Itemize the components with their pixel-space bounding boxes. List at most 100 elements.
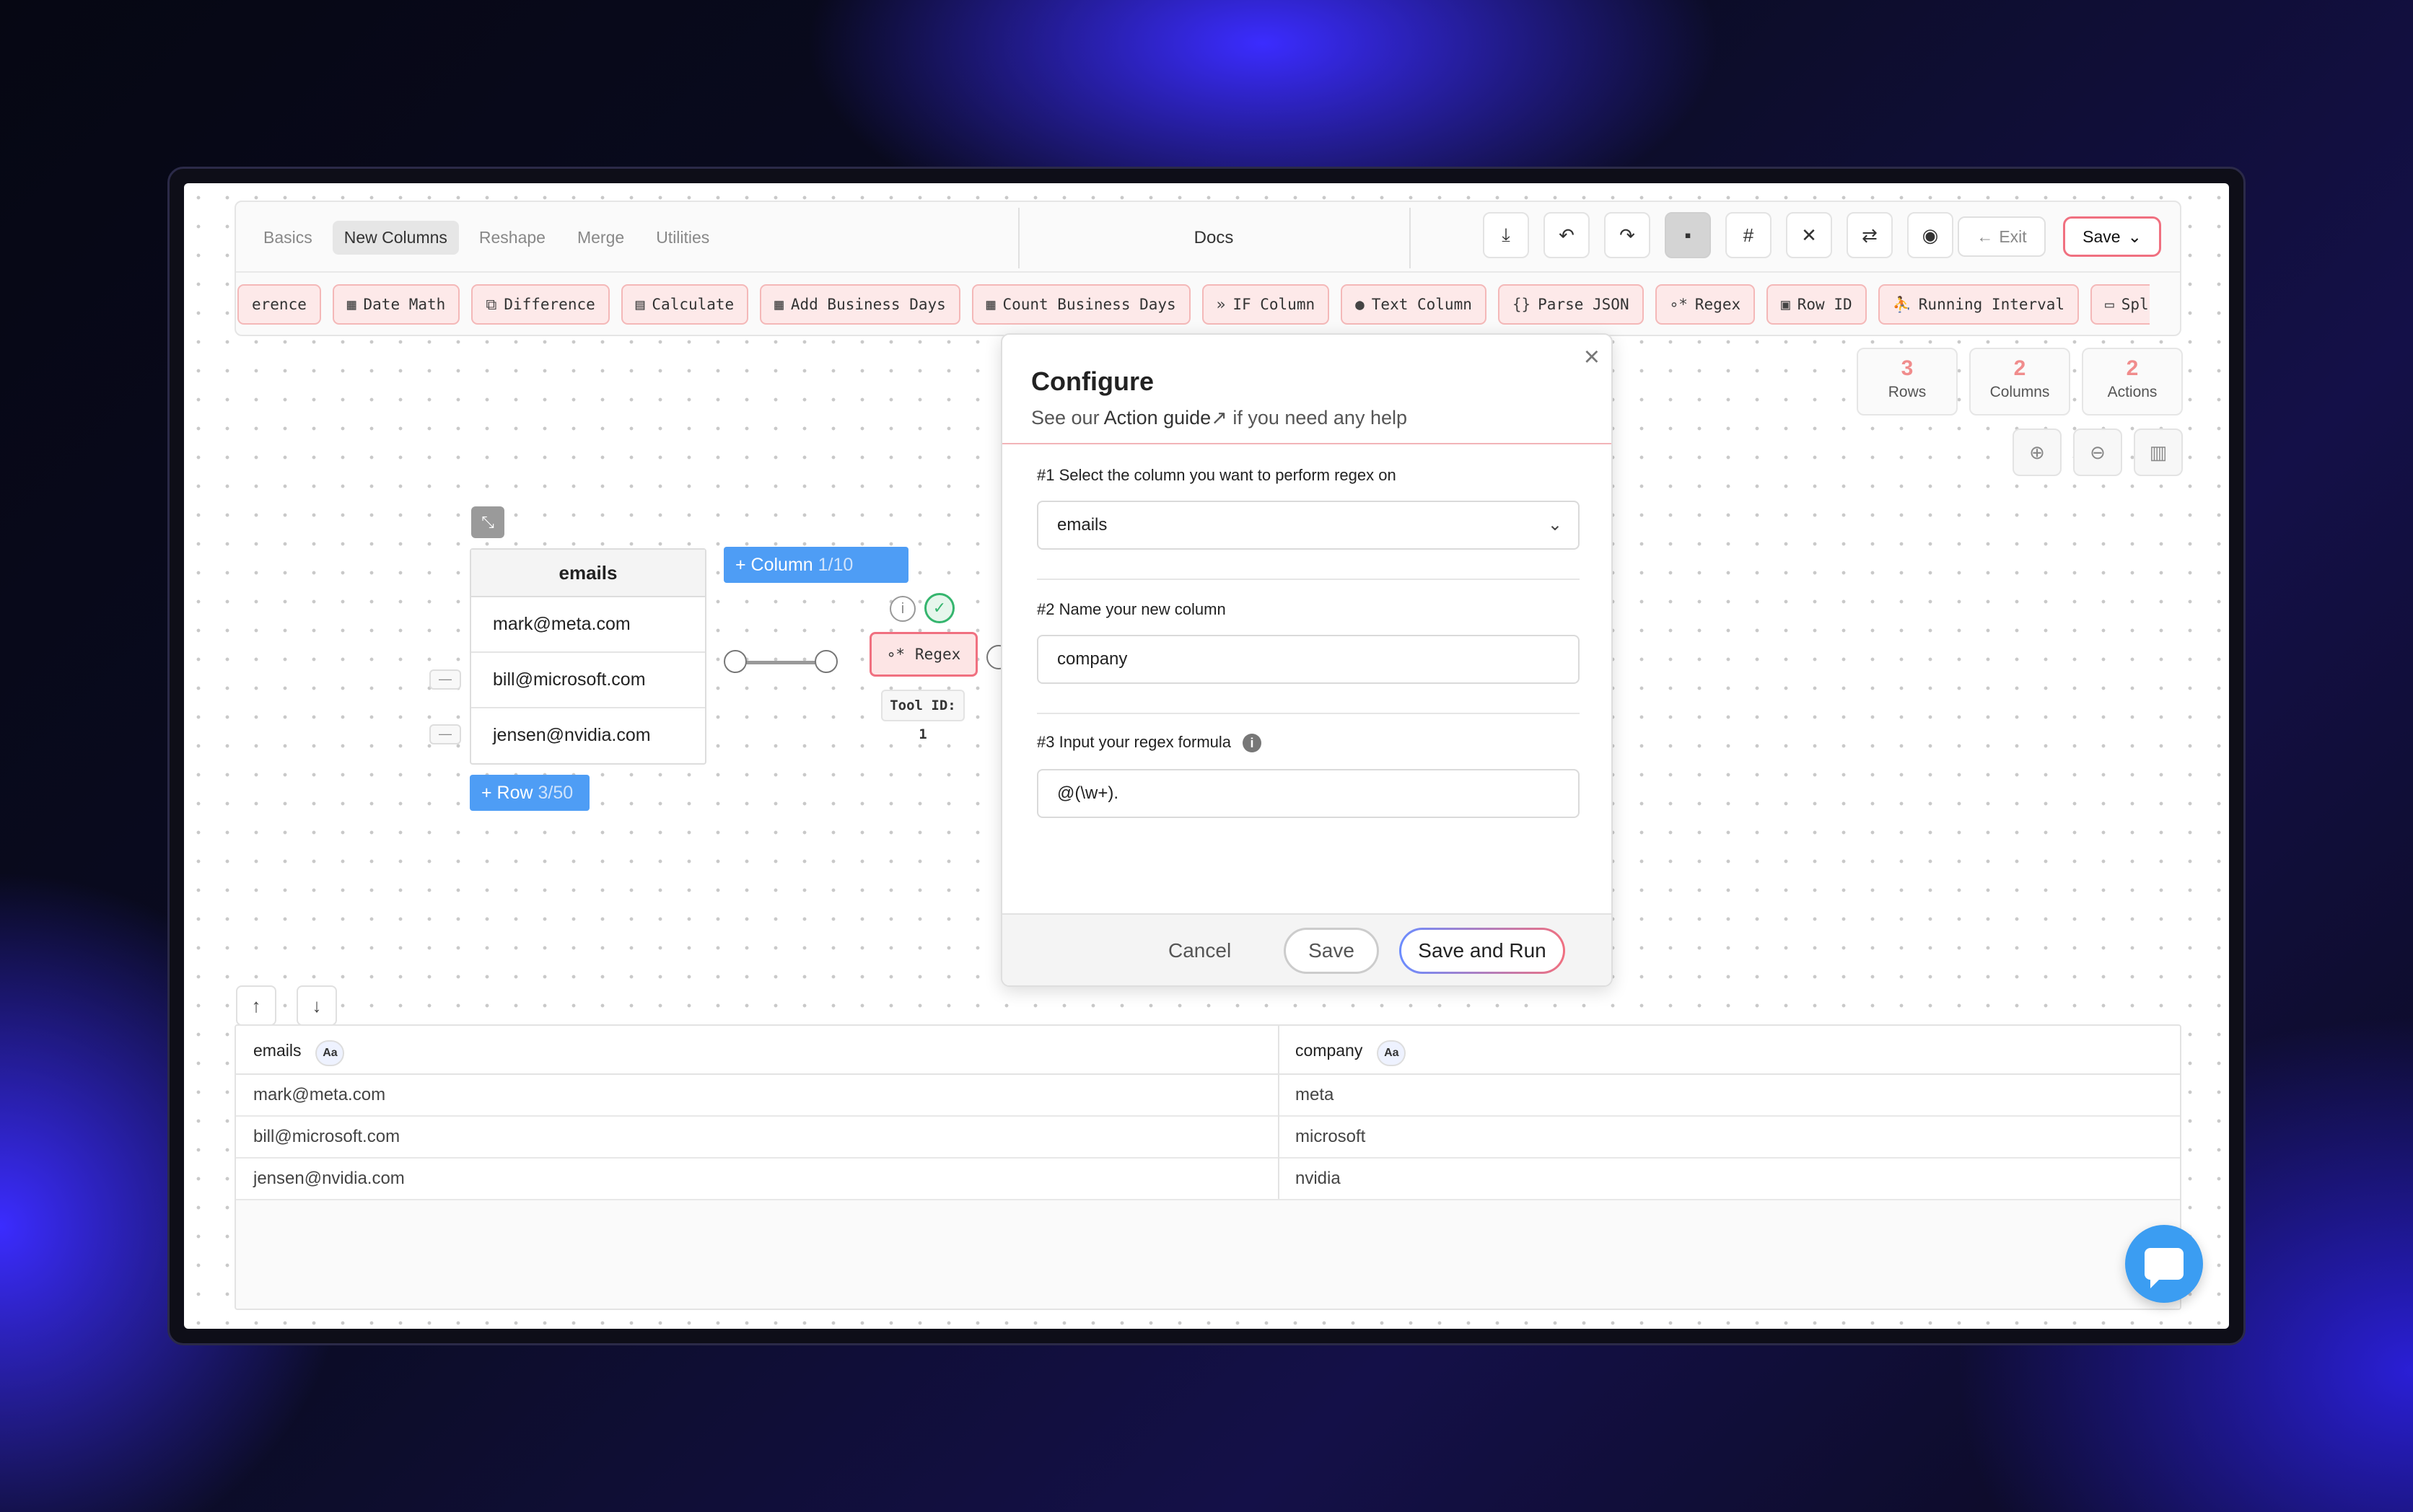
table-row[interactable]: mark@meta.com meta [236, 1075, 2180, 1117]
swap-icon[interactable]: ⇄ [1847, 212, 1893, 258]
action-chip[interactable]: {} Parse JSON [1497, 284, 1644, 325]
chevron-down-icon: ⌄ [2127, 227, 2142, 246]
connector-handle[interactable] [724, 650, 747, 673]
divider [1018, 208, 1020, 268]
record-icon[interactable]: ◉ [1907, 212, 1953, 258]
new-column-name-input[interactable]: company [1037, 635, 1580, 684]
regex-node[interactable]: ∘* Regex [870, 632, 978, 677]
action-chip[interactable]: ▦ Date Math [332, 284, 460, 325]
action-chip-label: Date Math [363, 296, 446, 313]
column-header[interactable]: emails Aa [253, 1040, 345, 1066]
exit-button[interactable]: ← Exit [1958, 216, 2046, 257]
collapse-icon[interactable]: ⤡ [471, 506, 504, 538]
action-chip[interactable]: ▭ Spl [2090, 284, 2150, 325]
split-icon: ▭ [2105, 296, 2114, 313]
redo-icon[interactable]: ↷ [1604, 212, 1650, 258]
workspace-canvas[interactable]: Basics New Columns Reshape Merge Utiliti… [184, 183, 2229, 1329]
chevron-down-icon: ⌄ [1547, 515, 1562, 535]
source-table-row[interactable]: mark@meta.com [471, 597, 705, 653]
table-cell: jensen@nvidia.com [253, 1169, 405, 1188]
calculator-icon: ▤ [635, 296, 645, 313]
action-chip-label: Difference [504, 296, 595, 313]
rows-label: Rows [1888, 384, 1927, 400]
connector-handle[interactable] [815, 650, 838, 673]
step1-label: #1 Select the column you want to perform… [1037, 466, 1396, 484]
info-icon[interactable]: i [1243, 734, 1262, 752]
actions-count: 2 [2126, 356, 2139, 380]
exit-label: Exit [1999, 227, 2027, 246]
action-chip-label: Running Interval [1918, 296, 2065, 313]
source-table-row[interactable]: jensen@nvidia.com [471, 708, 705, 764]
close-icon[interactable]: ✕ [1786, 212, 1832, 258]
action-chip-label: Text Column [1371, 296, 1472, 313]
arrow-down-icon[interactable]: ↓ [297, 985, 337, 1026]
table-row[interactable]: jensen@nvidia.com nvidia [236, 1159, 2180, 1200]
chat-button[interactable] [2125, 1225, 2203, 1303]
tab-merge[interactable]: Merge [566, 221, 636, 255]
subtitle-prefix: See our [1031, 407, 1104, 428]
action-chip-label: Regex [1694, 296, 1741, 313]
arrow-up-icon[interactable]: ↑ [236, 985, 276, 1026]
tab-utilities[interactable]: Utilities [644, 221, 721, 255]
info-icon[interactable]: i [890, 596, 916, 622]
action-chip[interactable]: ▤ Calculate [621, 284, 749, 325]
columns-stat: 2 Columns [1969, 348, 2070, 416]
action-chip-label: Spl [2121, 296, 2149, 313]
action-chip[interactable]: ⛹ Running Interval [1878, 284, 2080, 325]
note-icon[interactable]: ▪ [1665, 212, 1711, 258]
add-column-button[interactable]: + Column 1/10 [724, 547, 908, 583]
diff-icon: ⧉ [486, 295, 497, 313]
remove-row-button[interactable]: — [429, 724, 461, 744]
grid-icon[interactable]: # [1725, 212, 1772, 258]
tab-reshape[interactable]: Reshape [468, 221, 557, 255]
tab-new-columns[interactable]: New Columns [332, 221, 459, 255]
add-column-count: 1/10 [818, 555, 854, 575]
regex-icon: ∘* [886, 646, 906, 663]
subtitle-suffix: if you need any help [1227, 407, 1407, 428]
close-icon[interactable]: × [1584, 342, 1600, 373]
action-chip[interactable]: erence [237, 284, 321, 325]
cancel-button[interactable]: Cancel [1168, 939, 1231, 962]
divider [1002, 443, 1611, 444]
zoom-out-icon[interactable]: ⊖ [2073, 428, 2122, 476]
table-row[interactable]: bill@microsoft.com microsoft [236, 1117, 2180, 1159]
save-button[interactable]: Save [1284, 928, 1379, 974]
action-chip[interactable]: ⧉ Difference [471, 284, 610, 325]
column-header[interactable]: company Aa [1295, 1040, 1406, 1066]
results-table: emails Aa company Aa mark@meta.com meta bi… [235, 1024, 2181, 1310]
table-cell: nvidia [1295, 1169, 1341, 1188]
tab-basics[interactable]: Basics [252, 221, 324, 255]
save-dropdown-button[interactable]: Save ⌄ [2063, 216, 2161, 257]
connector-line [743, 661, 823, 664]
remove-row-button[interactable]: — [429, 669, 461, 690]
map-icon[interactable]: ▥ [2134, 428, 2183, 476]
column-select[interactable]: emails ⌄ [1037, 501, 1580, 550]
add-row-label: + Row [481, 783, 533, 803]
text-type-badge: Aa [1377, 1040, 1406, 1066]
action-chip[interactable]: ▣ Row ID [1766, 284, 1867, 325]
action-chip[interactable]: ∘* Regex [1655, 284, 1756, 325]
save-and-run-label: Save and Run [1401, 930, 1563, 972]
tool-id-badge: Tool ID: 1 [881, 690, 965, 742]
save-and-run-button[interactable]: Save and Run [1399, 928, 1565, 974]
action-chip[interactable]: » IF Column [1201, 284, 1330, 325]
table-cell: mark@meta.com [253, 1085, 386, 1104]
add-column-label: + Column [735, 555, 813, 575]
action-chip[interactable]: ▦ Add Business Days [760, 284, 960, 325]
source-table-header[interactable]: emails [471, 550, 705, 597]
id-icon: ▣ [1781, 296, 1790, 313]
table-cell: microsoft [1295, 1127, 1366, 1146]
docs-link[interactable]: Docs [1022, 228, 1405, 248]
zoom-in-icon[interactable]: ⊕ [2013, 428, 2062, 476]
regex-formula-input[interactable]: @(\w+). [1037, 769, 1580, 818]
download-icon[interactable]: ⤓ [1483, 212, 1529, 258]
step3-label: #3 Input your regex formula i [1037, 733, 1262, 752]
action-guide-link[interactable]: Action guide [1104, 407, 1212, 428]
source-table-row[interactable]: bill@microsoft.com [471, 653, 705, 708]
action-chip[interactable]: ● Text Column [1341, 284, 1486, 325]
add-row-button[interactable]: + Row 3/50 [470, 775, 590, 811]
calendar-icon: ▦ [774, 296, 784, 313]
undo-icon[interactable]: ↶ [1543, 212, 1590, 258]
source-table-node[interactable]: emails mark@meta.com bill@microsoft.com … [470, 548, 706, 765]
action-chip[interactable]: ▦ Count Business Days [971, 284, 1191, 325]
